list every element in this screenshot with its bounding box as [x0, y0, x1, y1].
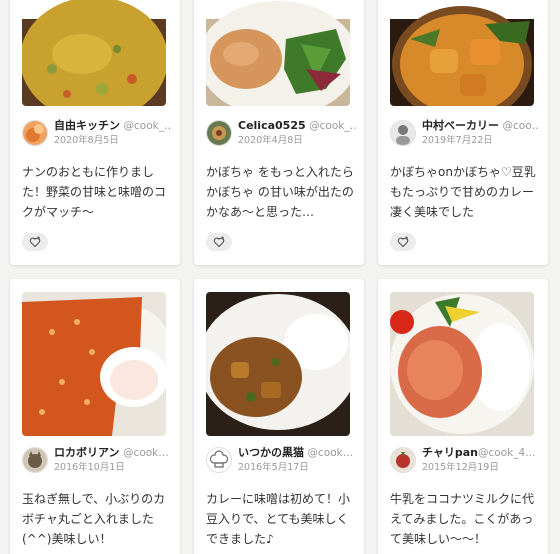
author-handle: @cook_4…: [478, 447, 536, 459]
like-button[interactable]: [390, 233, 416, 251]
flower-avatar-icon: [206, 120, 232, 146]
like-button[interactable]: [22, 233, 48, 251]
snap-comment: かぼちゃonかぼちゃ♡豆乳もたっぷりで甘めのカレー凄く美味でした: [390, 165, 536, 219]
snap-date: 2015年12月19日: [422, 462, 499, 473]
curry-with-vegetables-photo[interactable]: [22, 0, 166, 106]
snap-comment: ナンのおともに作りました！野菜の甘味と味噌のコクがマッチ〜: [22, 165, 167, 219]
cat-avatar-icon: [22, 447, 48, 473]
author-name[interactable]: 自由キッチン: [54, 119, 120, 132]
snap-date: 2020年4月8日: [238, 135, 303, 146]
snap-author[interactable]: 自由キッチン @cook_… 2020年8月5日: [22, 119, 173, 146]
snap-author[interactable]: いつかの黒猫 @cook… 2016年5月17日: [206, 446, 356, 473]
like-button[interactable]: [206, 233, 232, 251]
snap-card[interactable]: Celica0525 @cook_… 2020年4月8日 かぼちゃ をもっと入れ…: [194, 0, 364, 265]
author-name[interactable]: チャリpan: [422, 446, 478, 459]
orange-avatar-icon: [22, 120, 48, 146]
snap-author[interactable]: ロカボリアン @cook… 2016年10月1日: [22, 446, 172, 473]
author-handle: @coo…: [502, 120, 541, 132]
author-handle: @cook…: [307, 447, 354, 459]
snap-comment: 玉ねぎ無しで、小ぶりのカボチャ丸ごと入れました(^^)美味しい！: [22, 492, 166, 546]
heart-plus-icon: [397, 236, 409, 248]
snap-date: 2016年10月1日: [54, 462, 125, 473]
author-name[interactable]: ロカボリアン: [54, 446, 120, 459]
snap-card[interactable]: 自由キッチン @cook_… 2020年8月5日 ナンのおともに作りました！野菜…: [10, 0, 180, 265]
heart-plus-icon: [29, 236, 41, 248]
curry-with-salad-photo[interactable]: [206, 0, 350, 106]
snap-author[interactable]: Celica0525 @cook_… 2020年4月8日: [206, 119, 356, 146]
snap-author[interactable]: チャリpan@cook_4… 2015年12月19日: [390, 446, 540, 473]
snap-author[interactable]: 中村ベーカリー @coo… 2019年7月22日: [390, 119, 541, 146]
snap-comment: かぼちゃ をもっと入れたらかぼちゃ の甘い味が出たのかなあ〜と思った…: [206, 165, 354, 219]
snap-date: 2020年8月5日: [54, 135, 119, 146]
keema-curry-with-egg-photo[interactable]: [22, 292, 166, 436]
snap-card[interactable]: いつかの黒猫 @cook… 2016年5月17日 カレーに味噌は初めて！小豆入り…: [194, 279, 364, 554]
curry-rice-plate-photo[interactable]: [206, 292, 350, 436]
person-avatar-icon: [390, 120, 416, 146]
author-handle: @cook…: [123, 447, 169, 459]
snap-card[interactable]: ロカボリアン @cook… 2016年10月1日 玉ねぎ無しで、小ぶりのカボチャ…: [10, 279, 180, 554]
snap-card[interactable]: チャリpan@cook_4… 2015年12月19日 牛乳をココナツミルクに代え…: [378, 279, 548, 554]
author-name[interactable]: いつかの黒猫: [238, 446, 304, 459]
snap-date: 2019年7月22日: [422, 135, 493, 146]
author-handle: @cook_…: [123, 120, 173, 132]
author-handle: @cook_…: [309, 120, 356, 132]
pumpkin-curry-bowl-photo[interactable]: [390, 0, 534, 106]
heart-plus-icon: [213, 236, 225, 248]
curry-with-tomato-photo[interactable]: [390, 292, 534, 436]
snap-comment: カレーに味噌は初めて！小豆入りで、とても美味しくできました♪: [206, 492, 351, 546]
author-name[interactable]: Celica0525: [238, 119, 306, 132]
chef-hat-avatar-icon: [206, 447, 232, 473]
snap-card[interactable]: 中村ベーカリー @coo… 2019年7月22日 かぼちゃonかぼちゃ♡豆乳もた…: [378, 0, 548, 265]
snap-grid: 自由キッチン @cook_… 2020年8月5日 ナンのおともに作りました！野菜…: [0, 0, 560, 554]
red-food-avatar-icon: [390, 447, 416, 473]
snap-date: 2016年5月17日: [238, 462, 309, 473]
author-name[interactable]: 中村ベーカリー: [422, 119, 499, 132]
snap-comment: 牛乳をココナツミルクに代えてみました。こくがあって美味しい〜〜！: [390, 492, 535, 546]
